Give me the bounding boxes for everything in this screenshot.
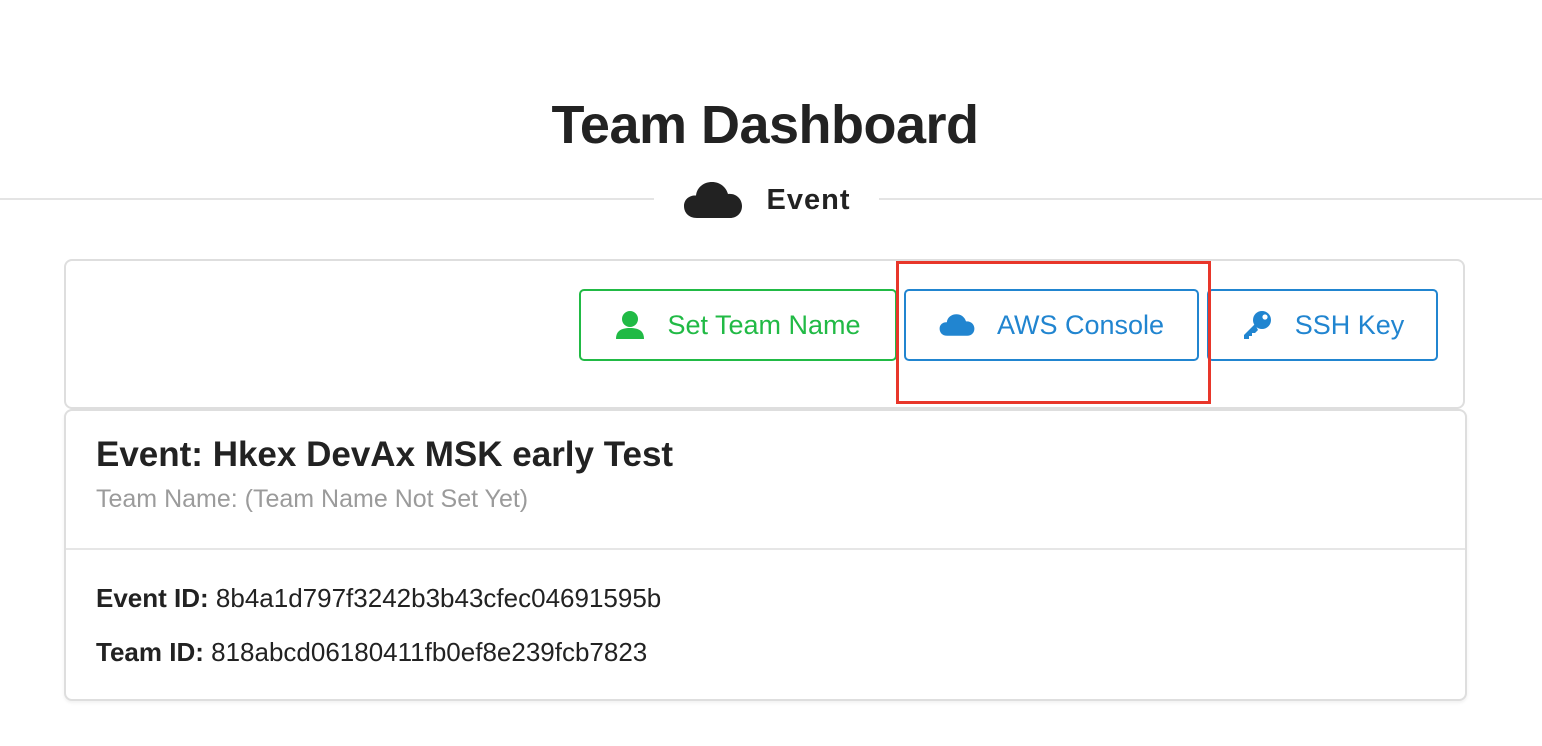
event-id-value: 8b4a1d797f3242b3b43cfec04691595b [215, 583, 662, 613]
event-info-card: Event: Hkex DevAx MSK early Test Team Na… [64, 409, 1467, 701]
aws-console-button[interactable]: AWS Console [904, 289, 1199, 361]
key-icon [1243, 311, 1271, 339]
cloud-icon [939, 314, 975, 336]
team-id-row: Team ID: 818abcd06180411fb0ef8e239fcb782… [96, 637, 647, 668]
ssh-key-label: SSH Key [1294, 309, 1405, 340]
ssh-key-button[interactable]: SSH Key [1207, 289, 1438, 361]
card-header: Event: Hkex DevAx MSK early Test Team Na… [66, 411, 1465, 550]
set-team-name-label: Set Team Name [667, 309, 861, 340]
aws-console-label: AWS Console [996, 309, 1165, 340]
page-title: Team Dashboard [551, 95, 979, 156]
event-title: Event: Hkex DevAx MSK early Test [96, 435, 674, 474]
team-name-meta: Team Name: (Team Name Not Set Yet) [96, 485, 529, 513]
cloud-icon [683, 182, 742, 218]
team-id-label: Team ID: [96, 637, 204, 667]
section-divider-label: Event [654, 172, 879, 228]
event-id-row: Event ID: 8b4a1d797f3242b3b43cfec0469159… [96, 583, 661, 614]
section-title: Event [766, 183, 851, 216]
team-id-value: 818abcd06180411fb0ef8e239fcb7823 [211, 637, 648, 667]
set-team-name-button[interactable]: Set Team Name [579, 289, 897, 361]
event-id-label: Event ID: [96, 583, 209, 613]
user-icon [616, 311, 645, 339]
